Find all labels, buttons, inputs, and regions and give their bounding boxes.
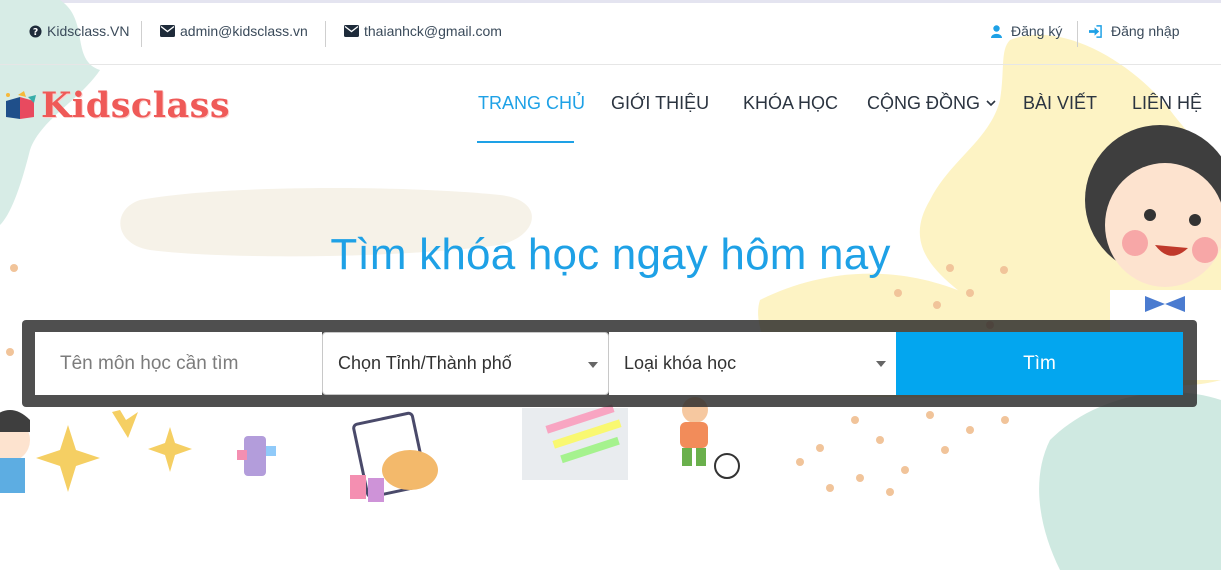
- register-item[interactable]: Đăng ký: [991, 23, 1062, 39]
- logo-text: Kidsclass: [41, 85, 231, 126]
- sign-in-icon: [1089, 24, 1102, 38]
- topbar-divider: [325, 21, 326, 47]
- sticky-notes-photo: [522, 404, 628, 480]
- subject-search-input[interactable]: [35, 332, 322, 395]
- active-nav-underline: [477, 141, 574, 143]
- envelope-icon: [344, 25, 359, 37]
- contact-email-item[interactable]: thaianhck@gmail.com: [344, 23, 502, 39]
- course-type-select-value: Loại khóa học: [624, 353, 737, 373]
- nav-item-community-label: CỘNG ĐỒNG: [867, 93, 981, 113]
- nav-item-articles[interactable]: BÀI VIẾT: [1023, 93, 1097, 114]
- nav-item-contact[interactable]: LIÊN HỆ: [1132, 93, 1202, 114]
- books-logo-icon: [6, 90, 36, 119]
- soccer-boy-illustration: [680, 397, 740, 479]
- svg-text:?: ?: [33, 26, 38, 37]
- nav-item-about[interactable]: GIỚI THIỆU: [611, 93, 709, 114]
- hero-title: Tìm khóa học ngay hôm nay: [330, 230, 891, 279]
- nav-item-courses[interactable]: KHÓA HỌC: [743, 93, 838, 114]
- admin-email-link[interactable]: admin@kidsclass.vn: [180, 23, 308, 39]
- question-circle-icon: ?: [29, 24, 42, 37]
- sparkle-stars: [36, 410, 192, 492]
- nav-item-community[interactable]: CỘNG ĐỒNG: [867, 93, 996, 114]
- chevron-down-icon: [986, 100, 996, 107]
- art-supplies-illustration: [350, 411, 438, 502]
- login-item[interactable]: Đăng nhập: [1089, 23, 1180, 39]
- caret-down-icon: [588, 362, 598, 368]
- top-bar: ? Kidsclass.VN admin@kidsclass.vn thaian…: [0, 3, 1221, 65]
- child-left-illustration: [0, 410, 30, 493]
- contact-email-link[interactable]: thaianhck@gmail.com: [364, 23, 502, 39]
- province-select-value: Chọn Tỉnh/Thành phố: [338, 353, 512, 373]
- login-link[interactable]: Đăng nhập: [1111, 23, 1180, 39]
- course-search-bar: Chọn Tỉnh/Thành phố Loại khóa học Tìm: [22, 320, 1197, 407]
- site-logo[interactable]: Kidsclass: [4, 85, 230, 126]
- main-navbar: Kidsclass TRANG CHỦ GIỚI THIỆU KHÓA HỌC …: [0, 66, 1221, 144]
- nav-item-home[interactable]: TRANG CHỦ: [478, 93, 585, 114]
- admin-email-item[interactable]: admin@kidsclass.vn: [160, 23, 308, 39]
- site-name-link[interactable]: Kidsclass.VN: [47, 23, 129, 39]
- course-type-select[interactable]: Loại khóa học: [609, 332, 896, 395]
- caret-down-icon: [876, 361, 886, 367]
- user-icon: [991, 24, 1002, 38]
- topbar-divider: [1077, 21, 1078, 47]
- mint-blob-bottom-right: [1039, 392, 1221, 570]
- phone-apps-illustration: [237, 436, 276, 476]
- topbar-divider: [141, 21, 142, 47]
- envelope-icon: [160, 25, 175, 37]
- register-link[interactable]: Đăng ký: [1011, 23, 1062, 39]
- province-select[interactable]: Chọn Tỉnh/Thành phố: [322, 332, 609, 395]
- site-name-item[interactable]: ? Kidsclass.VN: [29, 23, 129, 39]
- search-button[interactable]: Tìm: [896, 332, 1183, 395]
